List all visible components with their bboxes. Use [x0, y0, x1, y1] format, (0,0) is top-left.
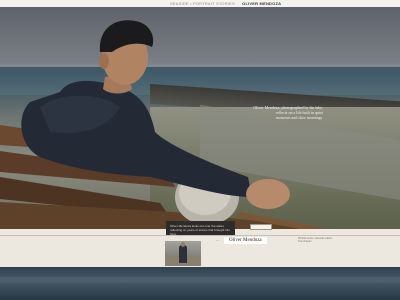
- caption-text: Oliver Mendoza looks out over the water,…: [170, 224, 231, 236]
- thumbnail-head: [181, 242, 185, 247]
- bottom-image-strip: [0, 267, 400, 300]
- top-bar: SEASIDE • PORTRAIT STORIES OLIVER MENDOZ…: [0, 0, 400, 7]
- hero-quote-line-3: moments and slow mornings.: [275, 115, 323, 120]
- thumbnail-figure: [179, 245, 187, 263]
- bench-illustration: [0, 20, 330, 229]
- profile-name: Oliver Mendoza: [229, 238, 262, 243]
- profile-side-text: Portrait series, lakeside edition, final…: [298, 237, 333, 243]
- hero-photo: Oliver Mendoza, photographed by the lake…: [0, 7, 400, 229]
- read-more-button[interactable]: [250, 224, 272, 230]
- hero-quote: Oliver Mendoza, photographed by the lake…: [213, 105, 323, 120]
- top-bar-left-text: SEASIDE • PORTRAIT STORIES: [170, 1, 235, 6]
- top-bar-site-name[interactable]: OLIVER MENDOZA: [242, 1, 281, 6]
- top-bar-text: SEASIDE • PORTRAIT STORIES OLIVER MENDOZ…: [170, 1, 281, 6]
- profile-thumbnail[interactable]: [165, 241, 201, 266]
- profile-separator: —: [216, 238, 219, 242]
- wave: [0, 277, 400, 283]
